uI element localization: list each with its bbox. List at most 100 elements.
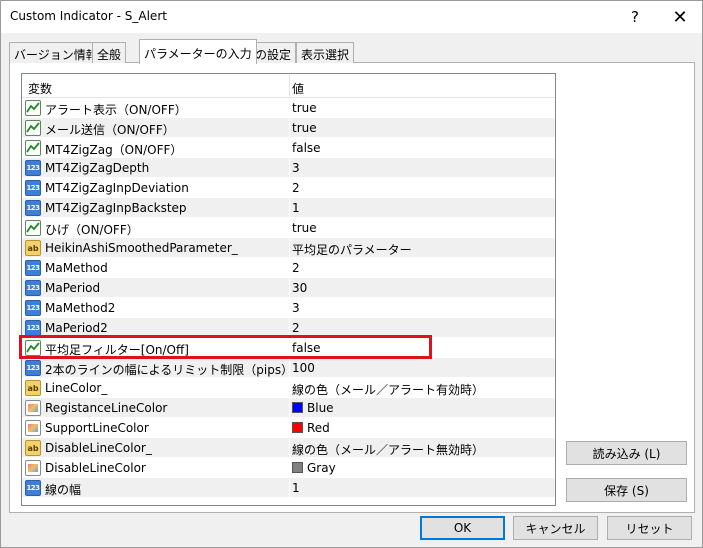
parameter-value-cell[interactable]: 平均足のパラメーター xyxy=(290,238,555,258)
parameter-value-cell[interactable]: 1 xyxy=(290,198,555,218)
parameter-value-cell[interactable]: false xyxy=(290,138,555,158)
table-row[interactable]: ab DisableLineColor_ 線の色（メール／アラート無効時） xyxy=(22,438,555,458)
parameter-value-cell[interactable]: 2 xyxy=(290,258,555,278)
parameter-name-cell[interactable]: SupportLineColor xyxy=(22,418,290,438)
boolean-icon xyxy=(25,220,41,236)
parameter-name-cell[interactable]: 123 MaMethod2 xyxy=(22,298,290,318)
parameter-value-cell[interactable]: true xyxy=(290,98,555,118)
integer-icon: 123 xyxy=(25,320,41,336)
table-row[interactable]: 123 MT4ZigZagInpBackstep 1 xyxy=(22,198,555,218)
dialog-window: Custom Indicator - S_Alert ? ✕ バージョン情報 全… xyxy=(0,0,703,548)
parameter-value-cell[interactable]: true xyxy=(290,218,555,238)
cancel-button[interactable]: キャンセル xyxy=(513,516,598,540)
parameter-name-cell[interactable]: DisableLineColor xyxy=(22,458,290,478)
table-row[interactable]: 123 MaPeriod 30 xyxy=(22,278,555,298)
table-row[interactable]: SupportLineColor Red xyxy=(22,418,555,438)
parameter-name-cell[interactable]: RegistanceLineColor xyxy=(22,398,290,418)
parameter-name: MaPeriod2 xyxy=(45,321,108,335)
parameter-value: 3 xyxy=(292,301,300,315)
table-row[interactable]: DisableLineColor Gray xyxy=(22,458,555,478)
table-row[interactable]: RegistanceLineColor Blue xyxy=(22,398,555,418)
parameter-name-cell[interactable]: 123 線の幅 xyxy=(22,478,290,498)
color-swatch xyxy=(292,462,303,473)
parameter-name-cell[interactable]: MT4ZigZag（ON/OFF） xyxy=(22,138,290,158)
parameter-value-cell[interactable]: Blue xyxy=(290,398,555,418)
boolean-icon xyxy=(25,100,41,116)
boolean-icon xyxy=(25,140,41,156)
close-button[interactable]: ✕ xyxy=(658,1,702,33)
table-row[interactable]: 123 MaPeriod2 2 xyxy=(22,318,555,338)
parameter-name-cell[interactable]: ab DisableLineColor_ xyxy=(22,438,290,458)
table-row[interactable]: 123 MT4ZigZagInpDeviation 2 xyxy=(22,178,555,198)
parameter-name-cell[interactable]: アラート表示（ON/OFF） xyxy=(22,98,290,118)
table-row[interactable]: 123 MT4ZigZagDepth 3 xyxy=(22,158,555,178)
parameter-value-cell[interactable]: 線の色（メール／アラート有効時） xyxy=(290,378,555,398)
window-title: Custom Indicator - S_Alert xyxy=(10,9,167,23)
parameter-value-cell[interactable]: 3 xyxy=(290,298,555,318)
string-icon: ab xyxy=(25,240,41,256)
column-header-variable[interactable]: 変数 xyxy=(22,74,290,98)
tab-version-info[interactable]: バージョン情報 xyxy=(9,42,103,63)
table-row[interactable]: ab LineColor_ 線の色（メール／アラート有効時） xyxy=(22,378,555,398)
parameter-name-cell[interactable]: ab LineColor_ xyxy=(22,378,290,398)
parameter-name-cell[interactable]: ひげ（ON/OFF） xyxy=(22,218,290,238)
table-row[interactable]: メール送信（ON/OFF） true xyxy=(22,118,555,138)
title-bar: Custom Indicator - S_Alert ? ✕ xyxy=(1,1,702,33)
column-header-value[interactable]: 値 xyxy=(290,74,555,98)
table-row[interactable]: ab HeikinAshiSmoothedParameter_ 平均足のパラメーター xyxy=(22,238,555,258)
tab-general[interactable]: 全般 xyxy=(92,42,127,63)
reset-button[interactable]: リセット xyxy=(607,516,692,540)
table-row[interactable]: 123 MaMethod2 3 xyxy=(22,298,555,318)
parameter-value: Gray xyxy=(307,461,336,475)
parameter-name-cell[interactable]: 平均足フィルター[On/Off] xyxy=(22,338,290,358)
parameter-name: HeikinAshiSmoothedParameter_ xyxy=(45,241,238,255)
table-row[interactable]: MT4ZigZag（ON/OFF） false xyxy=(22,138,555,158)
parameter-value: 3 xyxy=(292,161,300,175)
load-button[interactable]: 読み込み (L) xyxy=(566,441,687,465)
parameter-value: 1 xyxy=(292,201,300,215)
parameter-name-cell[interactable]: 123 MaMethod xyxy=(22,258,290,278)
parameter-name-cell[interactable]: メール送信（ON/OFF） xyxy=(22,118,290,138)
parameter-value-cell[interactable]: 1 xyxy=(290,478,555,498)
parameter-name: RegistanceLineColor xyxy=(45,401,168,415)
parameter-list[interactable]: 変数 値 アラート表示（ON/OFF） true メール送信（ON/OFF） true… xyxy=(21,73,556,506)
table-row[interactable]: 123 2本のラインの幅によるリミット制限（pips） 100 xyxy=(22,358,555,378)
parameter-name-cell[interactable]: 123 MT4ZigZagInpDeviation xyxy=(22,178,290,198)
table-row[interactable]: ひげ（ON/OFF） true xyxy=(22,218,555,238)
parameter-name-cell[interactable]: 123 MT4ZigZagDepth xyxy=(22,158,290,178)
parameter-value-cell[interactable]: false xyxy=(290,338,555,358)
help-button[interactable]: ? xyxy=(613,1,657,33)
save-button[interactable]: 保存 (S) xyxy=(566,478,687,502)
parameter-name-cell[interactable]: 123 2本のラインの幅によるリミット制限（pips） xyxy=(22,358,293,378)
parameter-name: LineColor_ xyxy=(45,381,108,395)
parameter-value-cell[interactable]: true xyxy=(290,118,555,138)
ok-button[interactable]: OK xyxy=(420,516,505,540)
parameter-name: MaMethod2 xyxy=(45,301,116,315)
parameter-name: ひげ（ON/OFF） xyxy=(45,223,139,237)
table-row[interactable]: 123 MaMethod 2 xyxy=(22,258,555,278)
table-row[interactable]: アラート表示（ON/OFF） true xyxy=(22,98,555,118)
parameter-value: 線の色（メール／アラート無効時） xyxy=(292,443,485,457)
tab-visualization[interactable]: 表示選択 xyxy=(296,42,355,63)
parameter-value: true xyxy=(292,221,317,235)
parameter-value: true xyxy=(292,121,317,135)
parameter-value-cell[interactable]: 30 xyxy=(290,278,555,298)
parameter-value-cell[interactable]: Red xyxy=(290,418,555,438)
tab-parameters[interactable]: パラメーターの入力 xyxy=(139,39,257,64)
parameter-name-cell[interactable]: ab HeikinAshiSmoothedParameter_ xyxy=(22,238,290,258)
parameter-value-cell[interactable]: 線の色（メール／アラート無効時） xyxy=(290,438,555,458)
table-row[interactable]: 123 線の幅 1 xyxy=(22,478,555,498)
parameter-value: Red xyxy=(307,421,330,435)
parameter-value-cell[interactable]: 3 xyxy=(290,158,555,178)
parameter-value: 30 xyxy=(292,281,308,295)
parameter-value-cell[interactable]: Gray xyxy=(290,458,555,478)
parameter-name-cell[interactable]: 123 MaPeriod xyxy=(22,278,290,298)
boolean-icon xyxy=(25,120,41,136)
table-row[interactable]: 平均足フィルター[On/Off] false xyxy=(22,338,555,358)
parameter-value-cell[interactable]: 2 xyxy=(290,178,555,198)
string-icon: ab xyxy=(25,440,41,456)
parameter-value-cell[interactable]: 2 xyxy=(290,318,555,338)
parameter-name-cell[interactable]: 123 MT4ZigZagInpBackstep xyxy=(22,198,290,218)
parameter-name-cell[interactable]: 123 MaPeriod2 xyxy=(22,318,290,338)
parameter-value-cell[interactable]: 100 xyxy=(290,358,555,378)
